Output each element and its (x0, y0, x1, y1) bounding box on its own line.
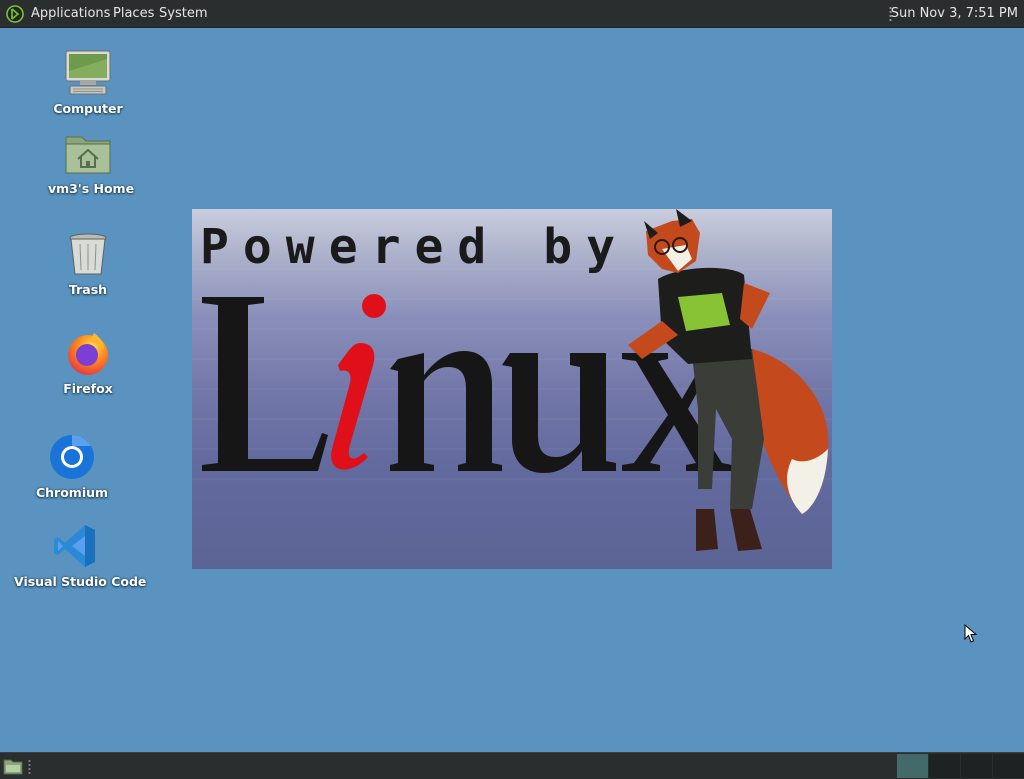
desktop-icon-vscode[interactable]: Visual Studio Code (14, 522, 147, 589)
top-panel: Applications Places System Sun Nov 3, 7:… (0, 0, 1024, 28)
desktop-icon-firefox[interactable]: Firefox (48, 329, 128, 396)
vscode-label: Visual Studio Code (14, 574, 147, 589)
computer-icon (65, 50, 111, 95)
panel-drag-handle[interactable] (28, 759, 31, 775)
chromium-icon (50, 435, 94, 479)
workspace-3[interactable] (961, 754, 992, 778)
vscode-icon (54, 525, 95, 567)
system-menu[interactable]: System (159, 5, 207, 22)
bottom-panel (0, 752, 1024, 779)
trash-icon (69, 233, 107, 275)
desktop-icon-chromium[interactable]: Chromium (32, 433, 112, 500)
workspace-1[interactable] (897, 754, 928, 778)
trash-label: Trash (68, 282, 108, 297)
mouse-cursor-icon (964, 624, 978, 643)
desktop-icon-computer[interactable]: Computer (48, 49, 128, 116)
computer-label: Computer (53, 101, 123, 116)
mate-logo-icon[interactable] (6, 5, 24, 23)
workspace-switcher[interactable] (896, 754, 1024, 778)
powered-by-linux-wallpaper: Powered by (192, 209, 832, 569)
chromium-label: Chromium (35, 485, 109, 500)
home-folder-icon (65, 136, 111, 174)
workspace-4[interactable] (993, 754, 1024, 778)
applications-menu[interactable]: Applications (31, 5, 110, 22)
firefox-icon (68, 333, 108, 375)
clock[interactable]: Sun Nov 3, 7:51 PM (891, 5, 1018, 22)
places-menu[interactable]: Places (113, 5, 154, 22)
show-desktop-icon[interactable] (3, 757, 23, 775)
workspace-2[interactable] (929, 754, 960, 778)
home-label: vm3's Home (48, 181, 135, 196)
firefox-label: Firefox (63, 381, 113, 396)
linux-logo-art (192, 209, 832, 551)
desktop-icon-home[interactable]: vm3's Home (48, 129, 135, 196)
desktop-icon-trash[interactable]: Trash (48, 230, 128, 297)
